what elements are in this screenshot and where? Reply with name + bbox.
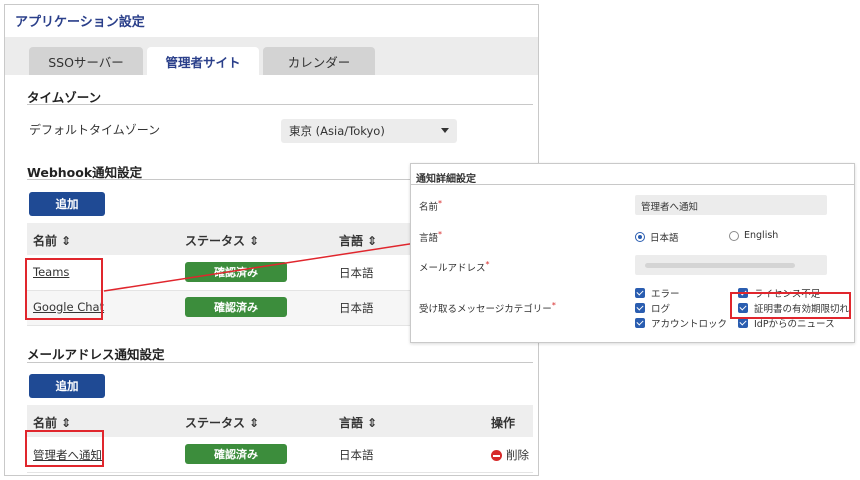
language-radio-english[interactable]: English (729, 230, 778, 241)
highlight-box-cert-expiry (730, 292, 851, 319)
blurred-email (645, 263, 795, 268)
language-radio-japanese[interactable]: 日本語 (635, 230, 679, 244)
notification-detail-popup: 通知詳細設定 名前* 管理者へ通知 言語* 日本語 English メールアドレ… (410, 163, 855, 343)
radio-selected-icon (635, 232, 645, 242)
language-label: 言語* (419, 230, 443, 244)
category-checkbox-log[interactable]: ログ (635, 301, 670, 315)
checkbox-checked-icon (635, 303, 645, 313)
checkbox-checked-icon (635, 288, 645, 298)
email-field[interactable] (635, 255, 827, 275)
name-field[interactable]: 管理者へ通知 (635, 195, 827, 215)
popup-divider (411, 184, 854, 185)
checkbox-checked-icon (738, 318, 748, 328)
categories-label: 受け取るメッセージカテゴリー* (419, 301, 556, 315)
category-checkbox-account-lock[interactable]: アカウントロック (635, 316, 727, 330)
radio-unselected-icon (729, 230, 739, 241)
category-checkbox-error[interactable]: エラー (635, 286, 680, 300)
email-label: メールアドレス* (419, 260, 490, 274)
checkbox-checked-icon (635, 318, 645, 328)
name-label: 名前* (419, 199, 443, 213)
popup-title: 通知詳細設定 (416, 174, 476, 185)
